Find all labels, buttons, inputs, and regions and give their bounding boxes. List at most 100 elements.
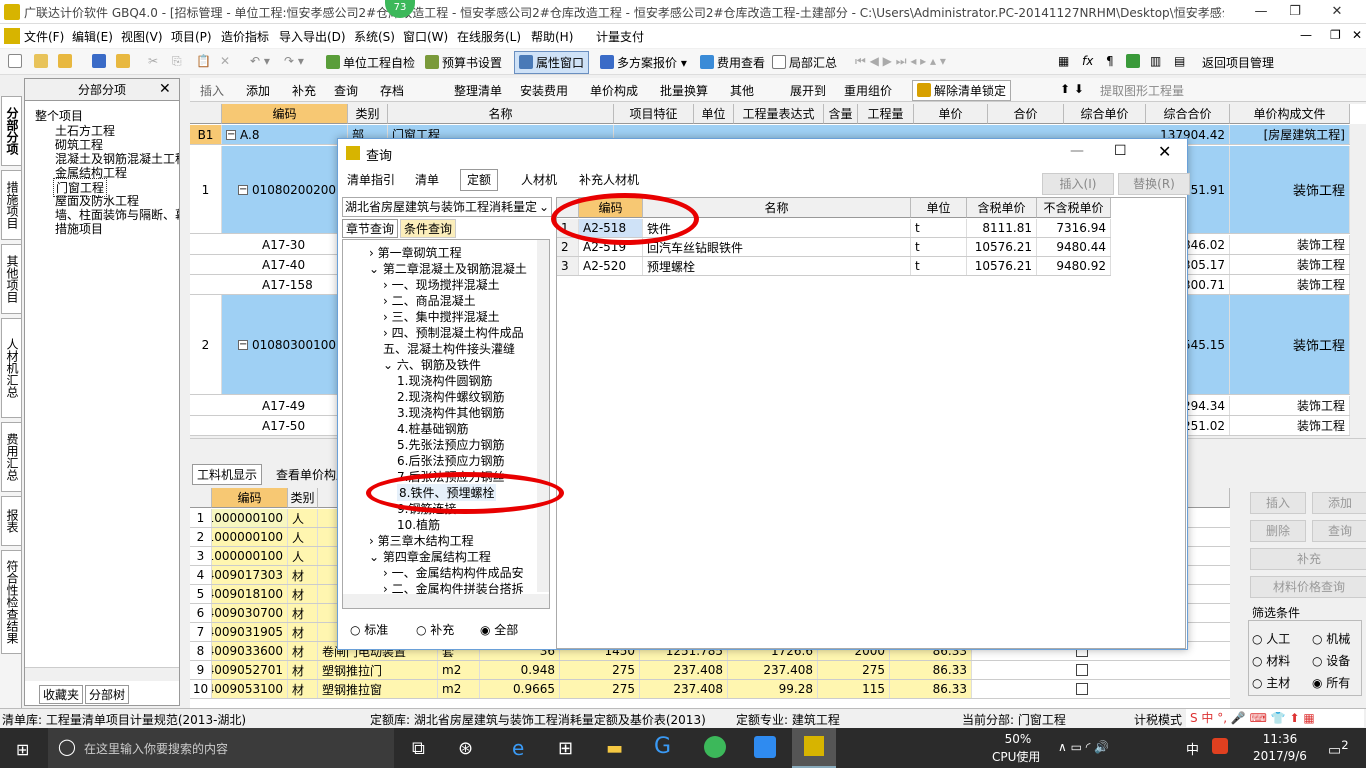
chapter-tree-item[interactable]: ⌄ 六、钢筋及铁件 bbox=[383, 356, 481, 373]
fee-view-button[interactable]: 费用查看 bbox=[700, 54, 765, 71]
calculator-icon[interactable]: ▦ bbox=[1058, 54, 1069, 68]
tab-material-display[interactable]: 工料机显示 bbox=[192, 464, 263, 485]
first-icon[interactable]: ⏮ ◀ ▶ ⏭ ◂ ▸ ▴ ▾ bbox=[855, 54, 946, 69]
menu-payment[interactable]: 计量支付 bbox=[596, 28, 644, 45]
radio-supplement[interactable]: ○ 补充 bbox=[416, 621, 454, 638]
chapter-tree-item[interactable]: 5.先张法预应力钢筋 bbox=[397, 436, 504, 453]
material-row-checkbox[interactable] bbox=[1076, 664, 1088, 676]
table-icon[interactable]: ▥ bbox=[1150, 54, 1161, 68]
dialog-replace-button[interactable]: 替换(R) bbox=[1118, 173, 1190, 195]
chapter-tree-item[interactable]: › 四、预制混凝土构件成品 bbox=[383, 324, 524, 341]
copy-icon[interactable]: ⎘ bbox=[172, 54, 182, 69]
grid-header-total[interactable]: 合价 bbox=[988, 104, 1064, 124]
tab-favorites[interactable]: 收藏夹 bbox=[39, 685, 84, 704]
tab-measures[interactable]: 措施项目 bbox=[1, 170, 22, 240]
dialog-tab-list-guide[interactable]: 清单指引 bbox=[340, 169, 402, 191]
archive-menu[interactable]: 存档 bbox=[380, 82, 404, 99]
insert-button[interactable]: 插入 bbox=[1250, 492, 1306, 514]
query-menu[interactable]: 查询 bbox=[334, 82, 358, 99]
restore-icon[interactable]: ❐ bbox=[1280, 2, 1310, 22]
reuse-price-menu[interactable]: 重用组价 bbox=[844, 82, 892, 99]
close-icon[interactable]: ✕ bbox=[1322, 2, 1352, 22]
dialog-insert-button[interactable]: 插入(I) bbox=[1042, 173, 1114, 195]
filter-all-radio[interactable]: ◉ 所有 bbox=[1312, 674, 1350, 691]
grid-header-composite-unit[interactable]: 综合单价 bbox=[1064, 104, 1146, 124]
browser-icon[interactable] bbox=[704, 736, 726, 758]
menu-view[interactable]: 视图(V) bbox=[121, 28, 163, 45]
other-menu[interactable]: 其他 bbox=[730, 82, 754, 99]
menu-system[interactable]: 系统(S) bbox=[354, 28, 395, 45]
tab-unit-price-composition[interactable]: 查看单价构成 bbox=[276, 466, 340, 483]
chapter-tree-item[interactable]: 4.桩基础钢筋 bbox=[397, 420, 468, 437]
mdi-minimize-icon[interactable]: — bbox=[1300, 28, 1312, 42]
up-arrow-icon[interactable]: ⬆ ⬇ bbox=[1060, 82, 1084, 96]
chapter-tree-item[interactable]: 五、混凝土构件接头灌缝 bbox=[383, 340, 515, 357]
grid-header-code[interactable]: 编码 bbox=[222, 104, 348, 124]
dialog-minimize-icon[interactable]: — bbox=[1070, 143, 1084, 159]
taskbar-search-box[interactable]: ◯ 在这里输入你要搜索的内容 bbox=[48, 728, 394, 768]
chevron-down-icon[interactable]: ⌄ bbox=[383, 358, 397, 372]
redo-icon[interactable]: ↷ ▾ bbox=[284, 54, 304, 68]
clock-date[interactable]: 2017/9/6 bbox=[1250, 749, 1310, 763]
quota-header-unit[interactable]: 单位 bbox=[911, 198, 967, 218]
chapter-tree-item[interactable]: 1.现浇构件圆钢筋 bbox=[397, 372, 492, 389]
store-icon[interactable]: ⊞ bbox=[558, 738, 573, 759]
add-menu[interactable]: 添加 bbox=[246, 82, 270, 99]
mdi-restore-icon[interactable]: ❐ bbox=[1330, 28, 1341, 42]
material-header-code[interactable]: 编码 bbox=[212, 488, 288, 508]
batch-convert-menu[interactable]: 批量换算 bbox=[660, 82, 708, 99]
chevron-down-icon[interactable]: ⌄ bbox=[369, 262, 383, 276]
tab-compliance-check[interactable]: 符合性检查结果 bbox=[1, 550, 22, 654]
self-check-button[interactable]: 单位工程自检 bbox=[326, 54, 415, 71]
supplement-menu[interactable]: 补充 bbox=[292, 82, 316, 99]
chapter-tree-item[interactable]: 2.现浇构件螺纹钢筋 bbox=[397, 388, 504, 405]
menu-file[interactable]: 文件(F) bbox=[24, 28, 64, 45]
radio-standard[interactable]: ○ 标准 bbox=[350, 621, 388, 638]
extract-quantity-button[interactable]: 提取图形工程量 bbox=[1100, 82, 1184, 99]
tray-icons[interactable]: ∧ ▭ ◜ 🔊 bbox=[1058, 740, 1109, 754]
local-summary-checkbox[interactable]: 局部汇总 bbox=[772, 54, 837, 71]
chapter-tree-item[interactable]: ⌄ 第四章金属结构工程 bbox=[369, 548, 491, 565]
filter-machine-radio[interactable]: ○ 机械 bbox=[1312, 630, 1350, 647]
material-row-checkbox[interactable] bbox=[1076, 683, 1088, 695]
chevron-right-icon[interactable]: › bbox=[383, 310, 392, 324]
dialog-tab-quota[interactable]: 定额 bbox=[460, 169, 499, 191]
grid-header-quantity[interactable]: 工程量 bbox=[858, 104, 914, 124]
multi-plan-quote-button[interactable]: 多方案报价 ▾ bbox=[600, 54, 687, 71]
chevron-down-icon[interactable]: ⌄ bbox=[369, 550, 383, 564]
sogou-icon[interactable] bbox=[1212, 738, 1228, 754]
chevron-right-icon[interactable]: › bbox=[369, 246, 378, 260]
query-button[interactable]: 查询 bbox=[1312, 520, 1366, 542]
minimize-icon[interactable]: — bbox=[1246, 2, 1276, 22]
grid-header-unit[interactable]: 单位 bbox=[694, 104, 734, 124]
chevron-right-icon[interactable]: › bbox=[383, 566, 392, 580]
chapter-tree-item[interactable]: › 一、金属结构构件成品安 bbox=[383, 564, 524, 581]
add-button[interactable]: 添加 bbox=[1312, 492, 1366, 514]
menu-window[interactable]: 窗口(W) bbox=[403, 28, 448, 45]
layers-icon[interactable] bbox=[1126, 54, 1143, 69]
tab-reports[interactable]: 报表 bbox=[1, 496, 22, 546]
chevron-right-icon[interactable]: › bbox=[369, 534, 378, 548]
open-icon[interactable] bbox=[58, 54, 75, 69]
grid-vscrollbar[interactable] bbox=[1350, 124, 1366, 436]
task-view-icon[interactable]: ⧉ bbox=[412, 738, 425, 759]
tab-labor-material-summary[interactable]: 人材机汇总 bbox=[1, 318, 22, 418]
action-center-icon[interactable]: ▭2 bbox=[1328, 738, 1349, 759]
explorer-icon[interactable]: ▬ bbox=[606, 738, 623, 759]
chapter-tree-vscroll[interactable] bbox=[537, 240, 549, 592]
chapter-tree-item[interactable]: ⌄ 第二章混凝土及钢筋混凝土 bbox=[369, 260, 527, 277]
grid-header-name[interactable]: 名称 bbox=[388, 104, 614, 124]
menu-edit[interactable]: 编辑(E) bbox=[72, 28, 113, 45]
chapter-tree-item[interactable]: 10.植筋 bbox=[397, 516, 440, 533]
filter-equipment-radio[interactable]: ○ 设备 bbox=[1312, 652, 1350, 669]
install-fee-menu[interactable]: 安装费用 bbox=[520, 82, 568, 99]
cortana-icon[interactable]: ⊛ bbox=[458, 738, 473, 759]
paste-icon[interactable]: 📋 bbox=[196, 54, 211, 68]
filter-material-radio[interactable]: ○ 材料 bbox=[1252, 652, 1290, 669]
grid-header-feature[interactable]: 项目特征 bbox=[614, 104, 694, 124]
delete-icon[interactable]: ✕ bbox=[220, 54, 230, 68]
unlock-list-button[interactable]: 解除清单锁定 bbox=[912, 80, 1012, 101]
quota-header-tax-price[interactable]: 含税单价 bbox=[967, 198, 1037, 218]
chapter-tree-item[interactable]: › 第三章木结构工程 bbox=[369, 532, 474, 549]
material-header-type[interactable]: 类别 bbox=[288, 488, 318, 508]
